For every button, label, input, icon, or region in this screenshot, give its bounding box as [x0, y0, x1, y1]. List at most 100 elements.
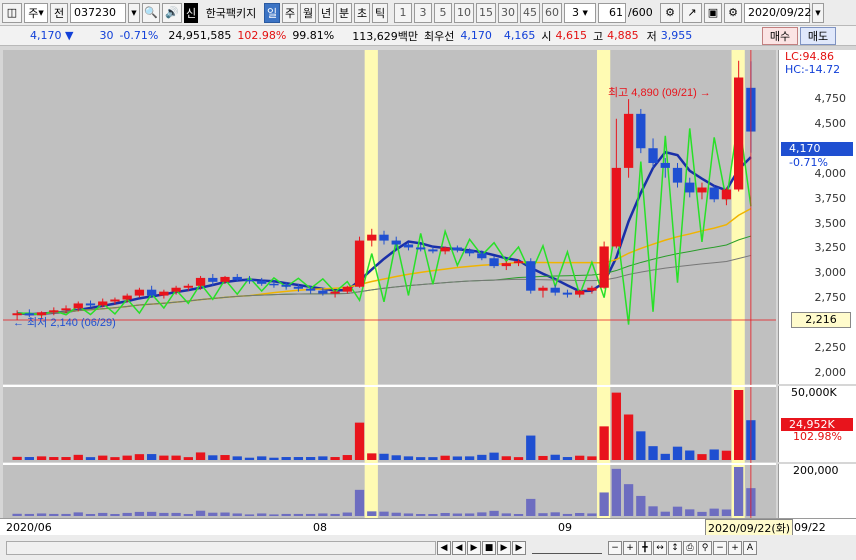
interval-15[interactable]: 15: [476, 2, 496, 23]
top-toolbar: ◫ 주 ▼ 전 037230 ▼ 🔍 🔊 신 한국팩키지 일 주 월 년 분 초 …: [0, 0, 856, 26]
price-tick-label: 4,500: [814, 116, 847, 130]
amount-bar: [367, 511, 377, 516]
period-tab-minute[interactable]: 분: [336, 2, 352, 23]
scrollbar[interactable]: [6, 540, 436, 555]
interval-60[interactable]: 60: [542, 2, 562, 23]
volume-bar: [636, 431, 646, 460]
candle-body: [636, 113, 646, 149]
volume-bar: [24, 457, 34, 460]
buy-button[interactable]: 매수: [762, 27, 798, 45]
save-icon[interactable]: ▣: [704, 2, 722, 23]
gear-icon[interactable]: ⚙: [724, 2, 742, 23]
amount-bar: [416, 513, 426, 516]
zoom-in-icon[interactable]: +: [623, 540, 637, 555]
candlestick-chart[interactable]: 최고 4,890 (09/21) → ← 최저 2,140 (06/29): [3, 50, 776, 518]
candle-body: [721, 189, 732, 200]
candle-body: [440, 247, 450, 252]
best-label: 최우선: [424, 29, 455, 43]
speaker-icon[interactable]: 🔊: [162, 2, 182, 23]
candle-body: [367, 234, 377, 241]
prev-toggle[interactable]: 전: [50, 2, 68, 23]
print-icon[interactable]: ⎙: [683, 540, 697, 555]
zoom-slider[interactable]: [532, 542, 602, 554]
interval-3[interactable]: 3: [414, 2, 432, 23]
candle-body: [24, 313, 34, 316]
calendar-dropdown[interactable]: ▼: [812, 2, 824, 23]
volume-bar: [501, 456, 511, 460]
period-tab-week[interactable]: 주: [282, 2, 298, 23]
date-input[interactable]: 2020/09/22: [744, 2, 811, 23]
volume-bar: [354, 422, 365, 460]
code-dropdown-button[interactable]: ▼: [128, 2, 140, 23]
volume-bar: [330, 457, 340, 460]
scroll-first-icon[interactable]: ◀: [437, 540, 451, 555]
amount-bar: [342, 512, 352, 516]
min-price-annotation: ← 최저 2,140 (06/29): [13, 316, 116, 329]
volume-ratio: 99.81%: [292, 29, 335, 42]
candle-body: [734, 77, 744, 190]
amount-bar: [685, 509, 695, 516]
amount-bar: [550, 512, 560, 516]
amount-bar: [73, 512, 83, 516]
interval-1[interactable]: 1: [394, 2, 412, 23]
interval-30[interactable]: 30: [498, 2, 518, 23]
volume-bar: [269, 457, 279, 460]
scroll-prev-icon[interactable]: ◀: [452, 540, 466, 555]
interval-45[interactable]: 45: [520, 2, 540, 23]
volume-bar: [440, 455, 450, 460]
period-tab-second[interactable]: 초: [354, 2, 370, 23]
scroll-next-icon[interactable]: ▶: [497, 540, 511, 555]
zoom-out-icon[interactable]: −: [608, 540, 622, 555]
amount-bar: [232, 513, 242, 516]
plus-icon[interactable]: +: [728, 540, 742, 555]
amount-bar: [195, 510, 206, 516]
crosshair-icon[interactable]: ╋: [638, 540, 652, 555]
interval-5[interactable]: 5: [434, 2, 452, 23]
amount-bar: [305, 513, 316, 516]
period-tab-day[interactable]: 일: [264, 2, 280, 23]
period-tab-tick[interactable]: 틱: [372, 2, 388, 23]
expand-icon[interactable]: ↕: [668, 540, 682, 555]
volume-bar: [293, 457, 304, 460]
candle-body: [159, 291, 169, 296]
stock-code-input[interactable]: 037230: [70, 2, 126, 23]
price-tick-label: 2,250: [814, 341, 847, 354]
zoom-search-icon[interactable]: ⚲: [698, 540, 712, 555]
search-icon[interactable]: 🔍: [142, 2, 160, 23]
period-tab-month[interactable]: 월: [300, 2, 316, 23]
count-input[interactable]: 61: [598, 2, 626, 23]
play-icon[interactable]: ▶: [467, 540, 481, 555]
market-type-dropdown[interactable]: 주 ▼: [24, 2, 48, 23]
amount-bar: [636, 495, 646, 516]
candle-body: [501, 263, 511, 267]
interval-10[interactable]: 10: [454, 2, 474, 23]
draw-icon[interactable]: ↗: [682, 2, 702, 23]
amount-axis: 200,000: [778, 464, 856, 518]
font-size-icon[interactable]: A: [743, 540, 757, 555]
amount-bar: [464, 513, 475, 516]
volume-bar: [416, 457, 426, 460]
price-change: 30: [99, 29, 114, 42]
candle-body: [134, 289, 145, 296]
amount-bar: [49, 513, 59, 516]
signal-highlight-band: [364, 50, 378, 518]
chart-icon[interactable]: ◫: [2, 2, 22, 23]
amount-bar: [391, 512, 401, 516]
volume-current-pct: 102.98%: [793, 430, 842, 443]
stop-icon[interactable]: ■: [482, 540, 496, 555]
volume-bar: [648, 446, 658, 460]
fit-icon[interactable]: ↔: [653, 540, 667, 555]
sell-button[interactable]: 매도: [800, 27, 836, 45]
amount-bar: [146, 511, 157, 516]
minus-icon[interactable]: −: [713, 540, 727, 555]
tool-icon[interactable]: ⚙: [660, 2, 680, 23]
amount-bar: [85, 513, 96, 516]
period-tab-year[interactable]: 년: [318, 2, 334, 23]
volume-bar: [244, 457, 255, 460]
amount-bar: [293, 513, 304, 516]
interval-dropdown[interactable]: 3 ▼: [564, 2, 596, 23]
chevron-down-icon: ▼: [38, 8, 44, 17]
scroll-last-icon[interactable]: ▶: [512, 540, 526, 555]
amount-bar: [24, 513, 34, 516]
amount-bar: [134, 511, 145, 516]
